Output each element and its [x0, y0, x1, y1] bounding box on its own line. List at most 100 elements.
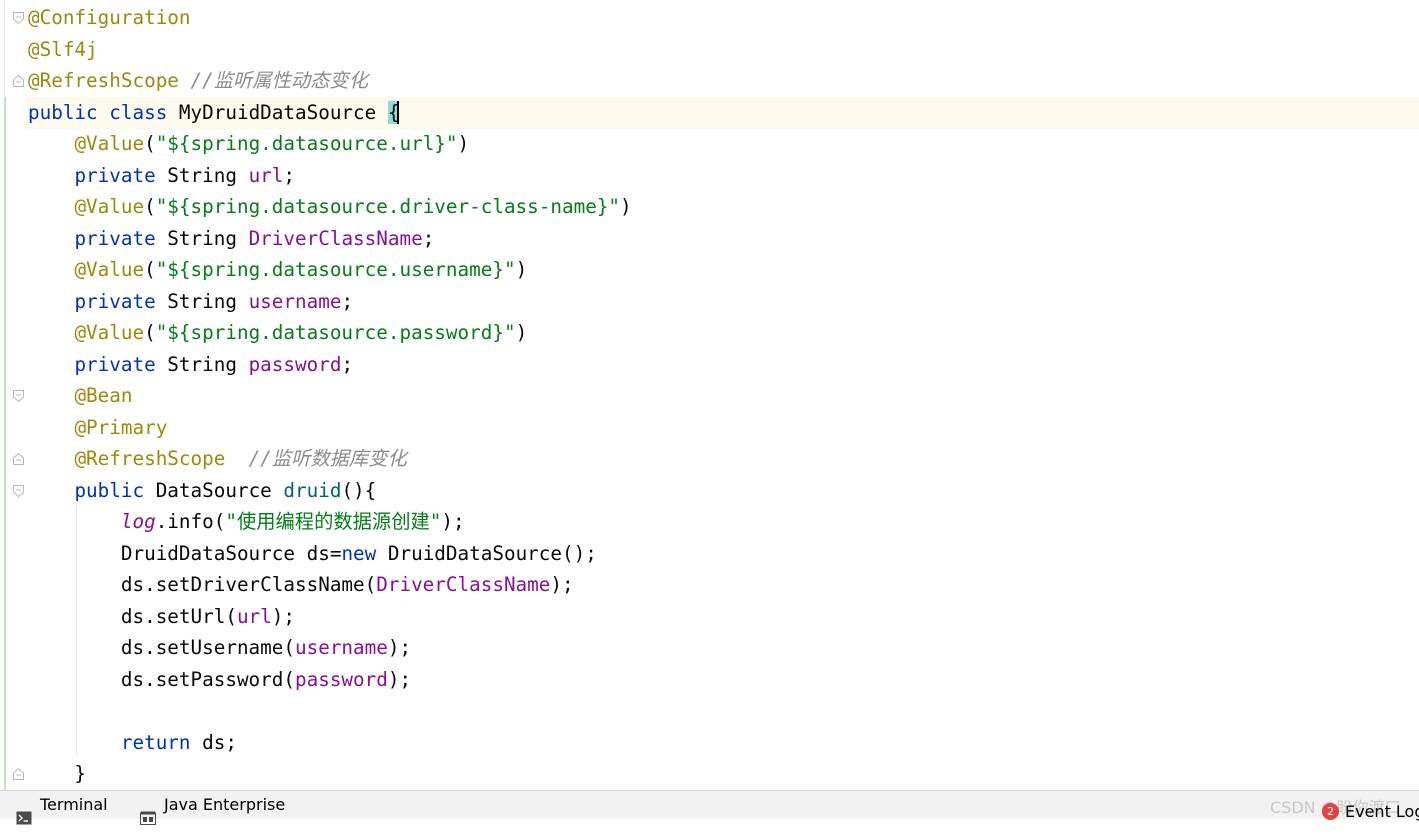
vcs-change-marker[interactable] — [4, 97, 6, 790]
keyword-token: private — [74, 163, 156, 187]
code-line[interactable]: @Configuration — [28, 2, 191, 34]
annotation-token: @Value — [74, 258, 145, 281]
annotation-token: @RefreshScope — [28, 69, 179, 92]
comment-token: //监听数据库变化 — [248, 447, 407, 470]
event-log-tab[interactable]: 2 Event Log — [1322, 796, 1419, 821]
code-text: ds.setUrl( — [28, 604, 237, 628]
code-text: ds.setPassword( — [28, 667, 295, 691]
code-line[interactable]: @Primary — [28, 412, 167, 444]
annotation-token: @Primary — [74, 415, 168, 439]
field-token: DriverClassName — [376, 573, 551, 596]
code-text: ; — [341, 289, 354, 313]
editor-gutter[interactable] — [0, 0, 26, 790]
code-line[interactable]: ds.setUsername(username); — [28, 632, 411, 664]
code-line[interactable]: ds.setPassword(password); — [28, 664, 411, 696]
code-line[interactable]: log.info("使用编程的数据源创建"); — [28, 506, 465, 538]
code-text: String — [155, 163, 249, 187]
code-text: ds.setDriverClassName( — [28, 573, 377, 596]
field-token: username — [248, 289, 342, 313]
code-line[interactable]: private String password; — [28, 349, 353, 381]
code-line[interactable]: ds.setDriverClassName(DriverClassName); — [28, 569, 574, 601]
fold-arrow-icon[interactable] — [12, 766, 25, 782]
code-line[interactable]: DruidDataSource ds=new DruidDataSource()… — [28, 538, 597, 570]
event-log-label: Event Log — [1345, 802, 1419, 821]
code-line[interactable]: @RefreshScope //监听属性动态变化 — [28, 65, 368, 97]
keyword-token: new — [341, 541, 377, 565]
keyword-token: private — [74, 226, 156, 250]
code-text: } — [28, 762, 87, 785]
fold-arrow-icon[interactable] — [12, 388, 25, 404]
code-text: ; — [283, 163, 296, 187]
fold-arrow-icon[interactable] — [12, 483, 25, 499]
code-text: MyDruidDataSource — [167, 100, 388, 124]
log-token: log — [120, 510, 156, 533]
code-text: ( — [144, 321, 156, 344]
code-editor[interactable]: @Configuration @Slf4j @RefreshScope //监听属性… — [0, 0, 1419, 790]
field-token: username — [295, 636, 388, 659]
code-text: ); — [387, 667, 412, 691]
fold-arrow-icon[interactable] — [12, 10, 25, 26]
code-text: ); — [271, 604, 295, 628]
field-token: url — [236, 604, 272, 628]
terminal-tab[interactable]: Terminal — [16, 791, 108, 825]
code-line[interactable]: ds.setUrl(url); — [28, 601, 295, 633]
code-text: ; — [422, 226, 435, 250]
code-line[interactable]: @RefreshScope //监听数据库变化 — [28, 443, 407, 475]
fold-arrow-icon[interactable] — [12, 451, 25, 467]
annotation-token: @Value — [74, 132, 145, 155]
java-enterprise-tab[interactable]: Java Enterprise — [140, 791, 285, 825]
code-line[interactable]: @Bean — [28, 380, 132, 412]
keyword-token: public — [28, 100, 98, 124]
code-text: (){ — [341, 478, 377, 502]
method-token: druid — [283, 478, 342, 502]
terminal-label: Terminal — [40, 795, 108, 814]
string-token: "${spring.datasource.driver-class-name}" — [155, 195, 621, 218]
code-line[interactable]: private String url; — [28, 160, 295, 192]
string-token: "${spring.datasource.url}" — [155, 132, 458, 155]
code-line[interactable]: } — [28, 758, 86, 790]
code-line[interactable]: @Value("${spring.datasource.username}") — [28, 254, 527, 286]
annotation-token: @Bean — [74, 384, 133, 407]
text-caret — [397, 100, 400, 124]
field-token: password — [295, 667, 388, 691]
keyword-token: return — [120, 730, 191, 754]
code-text: DataSource — [144, 478, 284, 502]
code-line[interactable]: @Value("${spring.datasource.driver-class… — [28, 191, 632, 223]
keyword-token: class — [109, 100, 168, 124]
code-line[interactable]: private String username; — [28, 286, 353, 318]
code-text: ) — [515, 258, 528, 281]
field-token: DriverClassName — [248, 226, 423, 250]
field-token: url — [248, 163, 284, 187]
keyword-token: private — [74, 289, 156, 313]
code-line[interactable]: return ds; — [28, 727, 237, 759]
code-text: ds; — [190, 730, 237, 754]
code-text: String — [155, 289, 249, 313]
code-text: DruidDataSource ds= — [28, 541, 342, 565]
terminal-icon — [16, 802, 32, 825]
code-text: ) — [620, 195, 632, 218]
code-line[interactable]: @Value("${spring.datasource.password}") — [28, 317, 527, 349]
annotation-token: @Value — [74, 321, 145, 344]
code-line[interactable]: @Slf4j — [28, 34, 98, 66]
event-log-badge-icon: 2 — [1322, 803, 1339, 820]
code-line[interactable]: @Value("${spring.datasource.url}") — [28, 128, 469, 160]
code-text: ); — [441, 510, 465, 533]
code-text: ds.setUsername( — [28, 636, 295, 659]
code-line[interactable]: private String DriverClassName; — [28, 223, 434, 255]
code-line[interactable]: public class MyDruidDataSource { — [28, 97, 400, 129]
code-text: ); — [387, 636, 412, 659]
code-line[interactable]: public DataSource druid(){ — [28, 475, 376, 507]
code-text: String — [155, 352, 249, 376]
fold-arrow-icon[interactable] — [12, 73, 25, 89]
